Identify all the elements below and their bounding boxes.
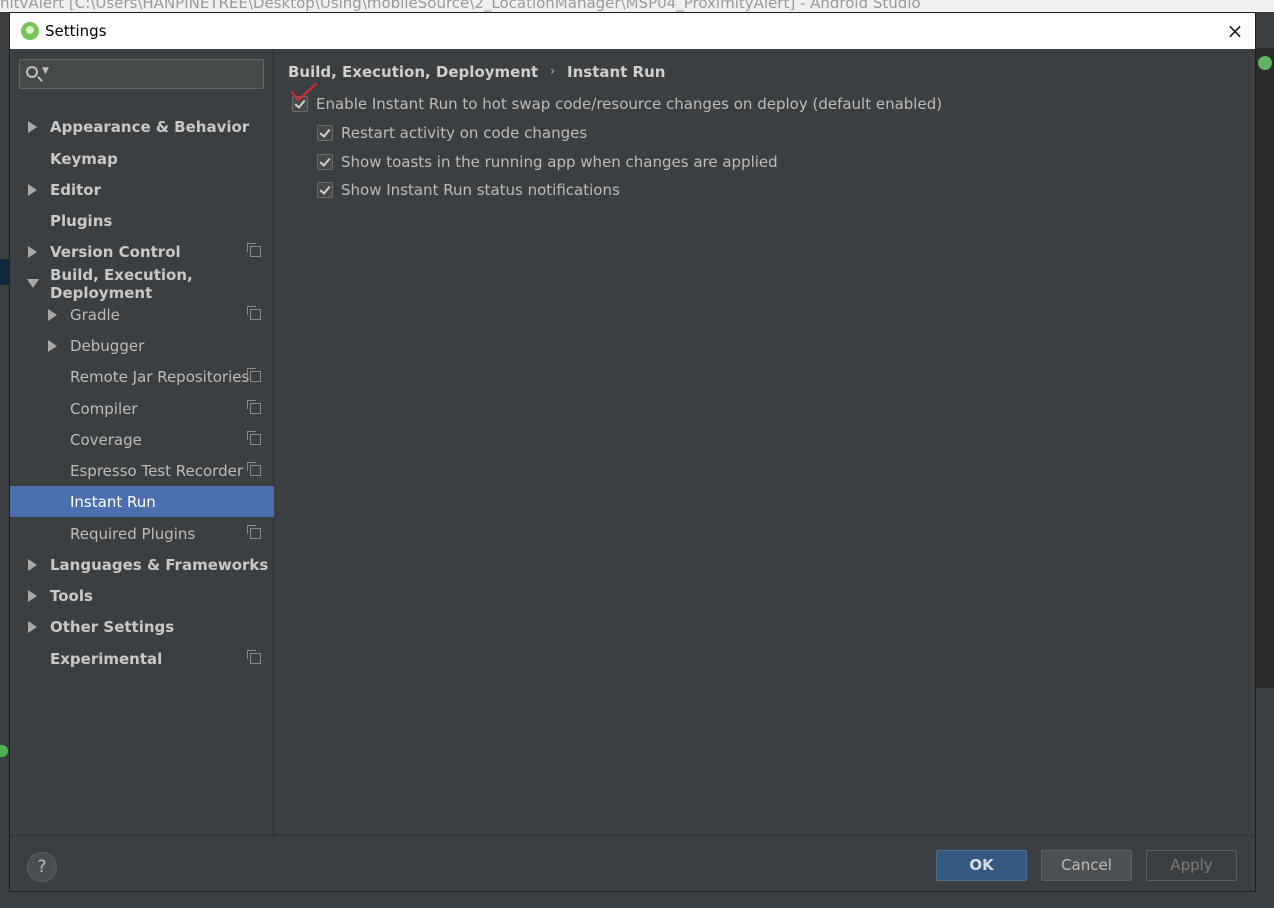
sidebar-item-coverage[interactable]: Coverage — [10, 424, 274, 455]
expand-arrow-icon[interactable] — [28, 558, 37, 571]
sidebar-item-label: Coverage — [70, 430, 142, 449]
restart-activity-checkbox[interactable] — [317, 125, 333, 141]
sidebar-item-label: Debugger — [70, 336, 145, 355]
sidebar-item-required-plugins[interactable]: Required Plugins — [10, 518, 274, 549]
breadcrumb: Build, Execution, Deployment › Instant R… — [288, 63, 665, 81]
apply-button[interactable]: Apply — [1146, 850, 1237, 881]
sidebar-item-label: Appearance & Behavior — [50, 117, 250, 136]
expand-arrow-icon[interactable] — [28, 620, 37, 633]
sidebar-item-label: Compiler — [70, 399, 138, 418]
sidebar-item-label: Experimental — [50, 649, 163, 668]
project-settings-icon — [247, 650, 261, 664]
sidebar-item-build-execution-deployment[interactable]: Build, Execution, Deployment — [10, 265, 274, 302]
settings-content: Build, Execution, Deployment › Instant R… — [275, 49, 1255, 835]
sidebar-item-remote-jar-repositories[interactable]: Remote Jar Repositories — [10, 361, 274, 392]
enable-instant-run-option[interactable]: Enable Instant Run to hot swap code/reso… — [292, 95, 942, 113]
search-box[interactable]: ▼ — [19, 59, 264, 89]
sidebar-item-experimental[interactable]: Experimental — [10, 643, 274, 674]
search-icon — [26, 66, 38, 78]
sidebar-item-label: Editor — [50, 180, 101, 199]
background-window-title: nitvAlert [C:\Users\HANPINETREE\Desktop\… — [0, 0, 1274, 12]
debug-bug-icon — [1258, 56, 1272, 70]
close-button[interactable]: × — [1225, 21, 1245, 41]
help-button[interactable]: ? — [27, 852, 57, 882]
background-right-panel — [1256, 12, 1274, 908]
ok-button[interactable]: OK — [936, 850, 1027, 881]
sidebar-item-label: Instant Run — [70, 492, 156, 511]
dialog-title: Settings — [45, 22, 107, 40]
sidebar-item-label: Other Settings — [50, 617, 175, 636]
restart-activity-option[interactable]: Restart activity on code changes — [317, 124, 587, 142]
sidebar-item-instant-run[interactable]: Instant Run — [10, 486, 274, 517]
sidebar-item-other-settings[interactable]: Other Settings — [10, 611, 274, 642]
option-label: Show toasts in the running app when chan… — [341, 153, 778, 171]
android-studio-icon — [21, 22, 39, 40]
sidebar-item-editor[interactable]: Editor — [10, 174, 274, 205]
sidebar-item-tools[interactable]: Tools — [10, 580, 274, 611]
expand-arrow-icon[interactable] — [28, 589, 37, 602]
sidebar-item-label: Gradle — [70, 305, 120, 324]
sidebar-item-compiler[interactable]: Compiler — [10, 393, 274, 424]
search-input[interactable] — [56, 62, 256, 86]
project-settings-icon — [247, 462, 261, 476]
sidebar-item-label: Tools — [50, 586, 93, 605]
sidebar-item-debugger[interactable]: Debugger — [10, 330, 274, 361]
sidebar-item-label: Keymap — [50, 149, 118, 168]
project-settings-icon — [247, 525, 261, 539]
status-notifications-checkbox[interactable] — [317, 182, 333, 198]
sidebar-item-label: Version Control — [50, 242, 181, 261]
sidebar-item-keymap[interactable]: Keymap — [10, 143, 274, 174]
sidebar-item-label: Required Plugins — [70, 524, 196, 543]
dialog-titlebar: Settings × — [10, 13, 1255, 49]
show-toasts-checkbox[interactable] — [317, 154, 333, 170]
annotation-checkmark-icon — [291, 83, 317, 102]
background-ok-badge — [0, 745, 8, 757]
option-label: Show Instant Run status notifications — [341, 181, 620, 199]
expand-arrow-icon[interactable] — [48, 308, 57, 321]
sidebar-item-label: Remote Jar Repositories — [70, 367, 250, 386]
sidebar-item-label: Languages & Frameworks — [50, 555, 269, 574]
expand-arrow-icon[interactable] — [48, 339, 57, 352]
sidebar-item-appearance-behavior[interactable]: Appearance & Behavior — [10, 111, 274, 142]
expand-arrow-icon[interactable] — [28, 245, 37, 258]
sidebar-item-label: Espresso Test Recorder — [70, 461, 243, 480]
background-editor-panel — [1256, 48, 1274, 688]
project-settings-icon — [247, 431, 261, 445]
sidebar-item-version-control[interactable]: Version Control — [10, 236, 274, 267]
option-label: Restart activity on code changes — [341, 124, 588, 142]
sidebar-item-label: Plugins — [50, 211, 113, 230]
background-selection — [0, 259, 9, 285]
expand-arrow-icon[interactable] — [28, 120, 37, 133]
settings-dialog: Settings × ▼ Appearance & Behavior Keyma… — [9, 12, 1256, 892]
sidebar-item-gradle[interactable]: Gradle — [10, 299, 274, 330]
cancel-button[interactable]: Cancel — [1041, 850, 1132, 881]
sidebar-item-languages-frameworks[interactable]: Languages & Frameworks — [10, 549, 274, 580]
settings-sidebar: ▼ Appearance & Behavior Keymap Editor Pl… — [10, 49, 274, 835]
project-settings-icon — [247, 368, 261, 382]
status-notifications-option[interactable]: Show Instant Run status notifications — [317, 181, 620, 199]
collapse-arrow-icon[interactable] — [27, 279, 39, 288]
dialog-footer: ? OK Cancel Apply — [10, 835, 1255, 891]
project-settings-icon — [247, 306, 261, 320]
sidebar-item-label: Build, Execution, Deployment — [50, 265, 193, 302]
breadcrumb-current: Instant Run — [567, 63, 666, 81]
background-left-panel — [0, 12, 9, 908]
expand-arrow-icon[interactable] — [28, 183, 37, 196]
show-toasts-option[interactable]: Show toasts in the running app when chan… — [317, 153, 778, 171]
project-settings-icon — [247, 400, 261, 414]
breadcrumb-parent: Build, Execution, Deployment — [288, 63, 539, 81]
sidebar-item-plugins[interactable]: Plugins — [10, 205, 274, 236]
option-label: Enable Instant Run to hot swap code/reso… — [316, 95, 943, 113]
breadcrumb-separator-icon: › — [550, 64, 555, 78]
sidebar-item-espresso-test-recorder[interactable]: Espresso Test Recorder — [10, 455, 274, 486]
search-dropdown-icon[interactable]: ▼ — [42, 66, 49, 76]
project-settings-icon — [247, 243, 261, 257]
background-bottom — [0, 892, 1274, 908]
